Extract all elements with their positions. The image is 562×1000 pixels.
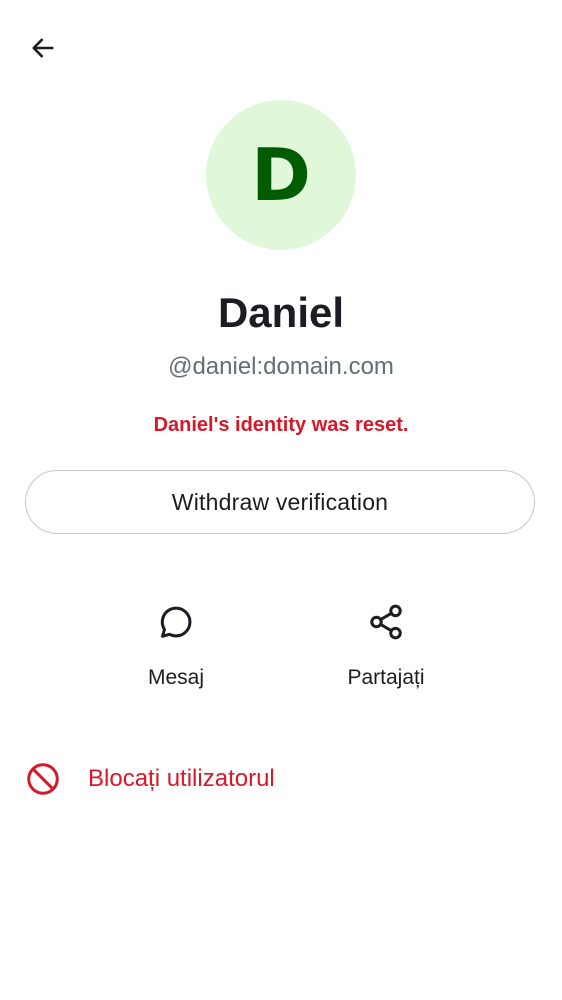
back-button[interactable] <box>18 25 68 75</box>
identity-reset-warning: Daniel's identity was reset. <box>153 414 409 436</box>
share-action[interactable]: Partajați <box>311 600 461 700</box>
avatar-initial: D <box>251 133 311 217</box>
message-action[interactable]: Mesaj <box>101 600 251 700</box>
withdraw-verification-button[interactable]: Withdraw verification <box>25 470 535 534</box>
block-user-button[interactable]: Blocați utilizatorul <box>22 752 542 806</box>
user-id: @daniel:domain.com <box>168 353 394 380</box>
block-user-label: Blocați utilizatorul <box>88 765 275 792</box>
share-label: Partajați <box>347 666 425 689</box>
withdraw-verification-label: Withdraw verification <box>171 488 389 515</box>
message-label: Mesaj <box>147 666 205 689</box>
chat-bubble-icon <box>154 600 198 644</box>
avatar: D <box>206 100 356 250</box>
block-icon <box>22 758 64 800</box>
display-name: Daniel <box>217 289 345 336</box>
arrow-left-icon <box>29 34 57 67</box>
share-icon <box>364 600 408 644</box>
